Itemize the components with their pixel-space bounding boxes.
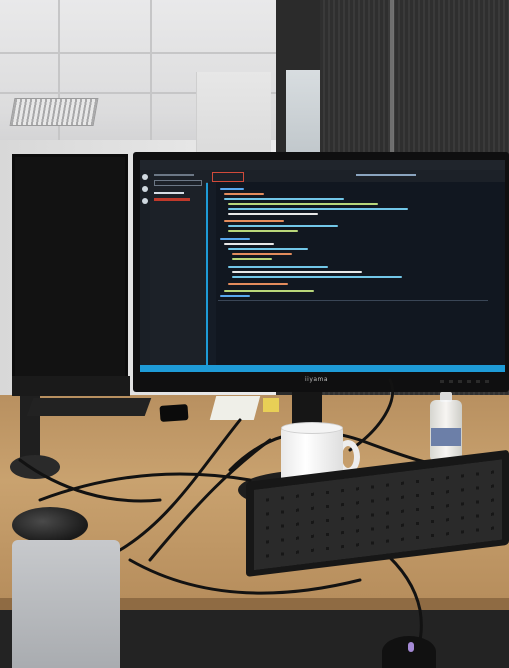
gaming-mouse [382, 636, 436, 668]
cable [118, 418, 242, 552]
mouse-rgb-light [408, 642, 414, 652]
left-mouse [12, 507, 88, 543]
office-desk-photo: iiyama [0, 0, 509, 668]
mug-rim [281, 422, 343, 434]
cable [18, 458, 162, 503]
laptop [12, 540, 120, 668]
